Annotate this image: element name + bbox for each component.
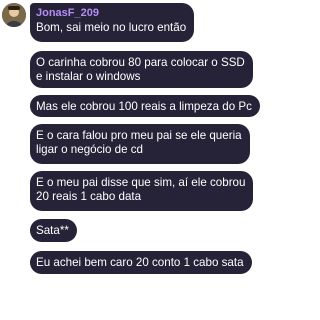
chat-message: Mas ele cobrou 100 reais a limpeza do Pc — [30, 95, 260, 117]
message-text-line: E o meu pai disse que sim, aí ele cobrou — [36, 176, 246, 189]
chat-message: Sata** — [30, 219, 77, 242]
message-text-line: E o cara falou pro meu pai se ele queria — [36, 129, 242, 142]
chat-message: E o cara falou pro meu pai se ele queria… — [30, 124, 250, 164]
chat-message: E o meu pai disse que sim, aí ele cobrou… — [30, 171, 254, 211]
message-text-line: e instalar o windows — [36, 70, 141, 83]
message-text: Mas ele cobrou 100 reais a limpeza do Pc — [36, 100, 252, 113]
message-text-line: O carinha cobrou 80 para colocar o SSD — [36, 56, 245, 69]
avatar[interactable] — [2, 3, 26, 27]
message-text: Bom, sai meio no lucro então — [36, 21, 187, 34]
message-text: Sata** — [36, 224, 69, 237]
message-text-line: 20 reais 1 cabo data — [36, 190, 142, 203]
message-text-line: ligar o negócio de cd — [36, 143, 143, 156]
chat-message: JonasF_209 Bom, sai meio no lucro então — [30, 3, 195, 42]
user-avatar-icon — [2, 3, 26, 27]
chat-message: O carinha cobrou 80 para colocar o SSD e… — [30, 51, 253, 88]
chat-message: Eu achei bem caro 20 conto 1 cabo sata — [30, 251, 252, 274]
author-name[interactable]: JonasF_209 — [36, 7, 186, 20]
message-text: Eu achei bem caro 20 conto 1 cabo sata — [36, 256, 244, 269]
